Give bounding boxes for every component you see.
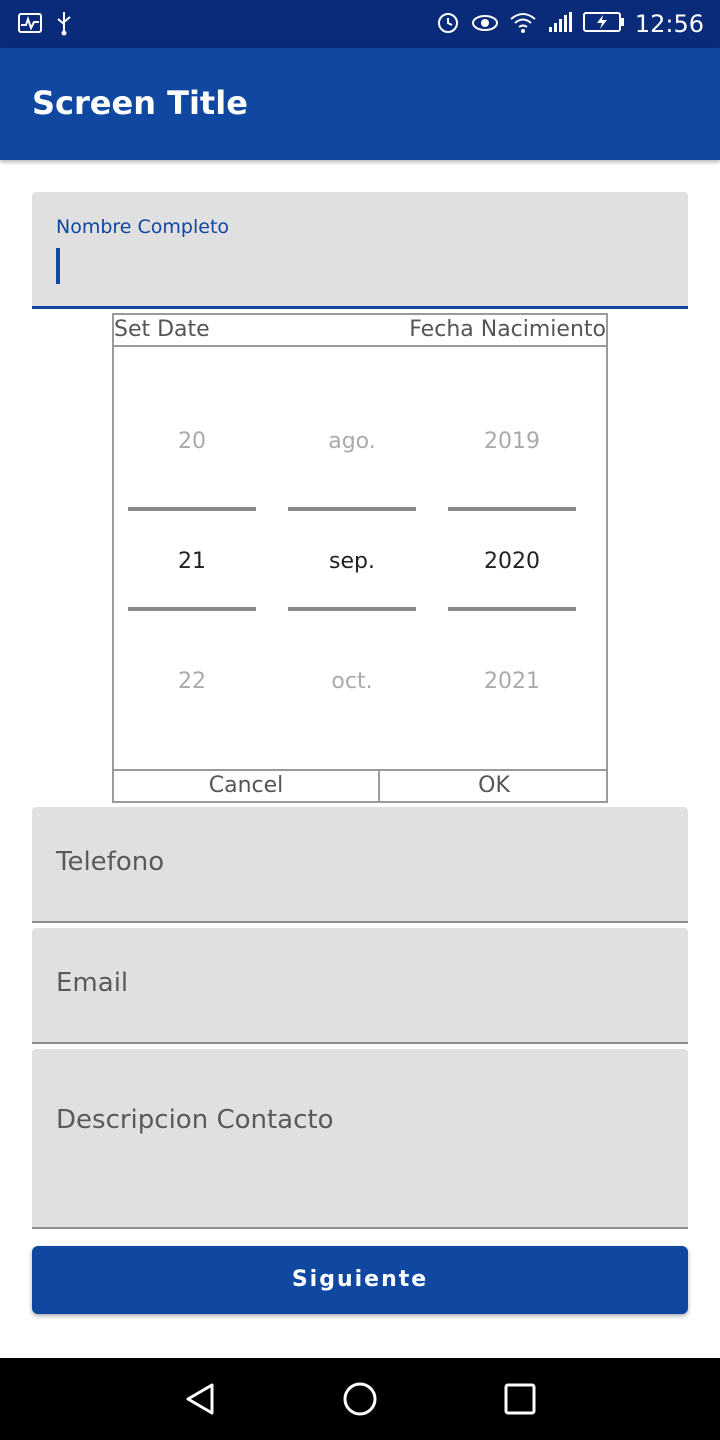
day-divider-top [128,507,256,511]
dialog-header: Set Date Fecha Nacimiento [114,315,606,347]
nombre-completo-label: Nombre Completo [56,216,230,238]
date-picker-dialog: Set Date Fecha Nacimiento 20 21 22 ago. … [112,313,608,803]
email-field[interactable]: Email [32,928,688,1044]
day-current[interactable]: 21 [128,549,256,574]
signal-icon [547,11,573,37]
month-picker-column[interactable]: ago. sep. oct. [288,351,416,771]
month-divider-bottom [288,607,416,611]
wifi-icon [509,11,537,37]
status-time: 12:56 [634,10,704,38]
nombre-completo-field[interactable]: Nombre Completo [32,192,688,309]
day-next[interactable]: 22 [128,669,256,694]
day-picker-column[interactable]: 20 21 22 [128,351,256,771]
text-cursor [56,248,60,284]
month-divider-top [288,507,416,511]
navigation-bar [0,1358,720,1440]
eye-icon [471,11,499,37]
year-prev[interactable]: 2019 [448,429,576,454]
telefono-field[interactable]: Telefono [32,807,688,923]
email-label: Email [56,968,129,998]
year-picker-column[interactable]: 2019 2020 2021 [448,351,576,771]
status-bar: 12:56 [0,0,720,48]
month-current[interactable]: sep. [288,549,416,574]
month-prev[interactable]: ago. [288,429,416,454]
cancel-button[interactable]: Cancel [114,771,380,801]
month-next[interactable]: oct. [288,669,416,694]
dialog-footer: Cancel OK [114,769,606,801]
recents-icon[interactable] [504,1383,536,1419]
year-divider-bottom [448,607,576,611]
screen-title: Screen Title [32,84,248,122]
app-bar: Screen Title [0,48,720,160]
telefono-label: Telefono [56,847,165,877]
usb-icon [56,10,72,40]
siguiente-button[interactable]: Siguiente [32,1246,688,1314]
alarm-icon [435,9,461,39]
activity-icon [18,13,42,37]
dialog-title-set-date: Set Date [114,317,210,342]
battery-icon [582,11,625,37]
day-divider-bottom [128,607,256,611]
home-icon[interactable] [342,1381,378,1421]
year-divider-top [448,507,576,511]
day-prev[interactable]: 20 [128,429,256,454]
year-current[interactable]: 2020 [448,549,576,574]
descripcion-contacto-label: Descripcion Contacto [56,1105,334,1135]
dialog-title-fecha-nacimiento: Fecha Nacimiento [409,317,606,342]
back-icon[interactable] [184,1382,218,1420]
ok-button[interactable]: OK [382,771,606,801]
descripcion-contacto-field[interactable]: Descripcion Contacto [32,1049,688,1229]
year-next[interactable]: 2021 [448,669,576,694]
